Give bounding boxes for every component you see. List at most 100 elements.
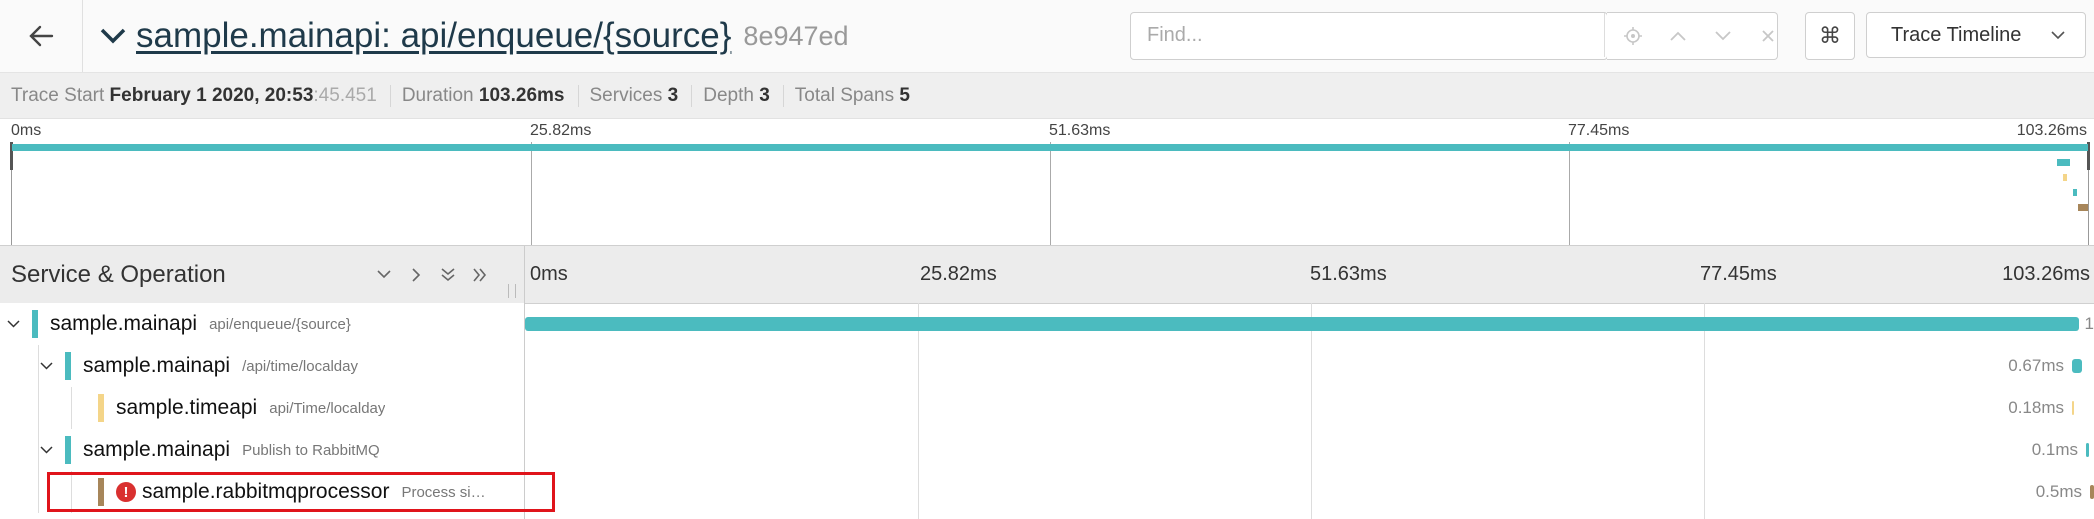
minimap-gridline <box>1569 142 1570 252</box>
trace-start-value: February 1 2020, 20:53 <box>109 84 314 106</box>
minimap-span-mark <box>12 144 2088 151</box>
keyboard-shortcuts-button[interactable]: ⌘ <box>1805 12 1855 60</box>
span-toggle-button[interactable] <box>33 429 59 471</box>
find-box <box>1130 12 1608 60</box>
timeline-gridline <box>1704 303 1705 519</box>
expand-one-button[interactable] <box>400 246 432 303</box>
chevron-down-icon <box>2051 30 2065 39</box>
service-color-bar <box>65 352 71 380</box>
span-row[interactable]: sample.mainapi api/enqueue/{source} <box>0 303 524 345</box>
minimap-canvas[interactable] <box>10 142 2090 253</box>
timeline-tick-label: 103.26ms <box>2002 263 2090 285</box>
minimap-span-mark <box>2056 159 2071 166</box>
collapse-one-button[interactable] <box>368 246 400 303</box>
view-mode-select[interactable]: Trace Timeline <box>1866 12 2086 58</box>
find-input[interactable] <box>1131 13 1605 57</box>
timeline-tick-label: 77.45ms <box>1700 263 1777 285</box>
operation-name: api/Time/localday <box>269 399 386 417</box>
service-color-bar <box>65 436 71 464</box>
span-row[interactable]: sample.timeapi api/Time/localday <box>0 387 524 429</box>
timeline-tick-label: 0ms <box>530 263 568 285</box>
column-resize-handle[interactable] <box>508 284 516 298</box>
expand-all-button[interactable] <box>464 246 496 303</box>
span-bar[interactable] <box>525 317 2079 331</box>
span-row[interactable]: sample.mainapi/api/time/localday <box>0 345 524 387</box>
depth-value: 3 <box>759 84 770 106</box>
title-area: sample.mainapi: api/enqueue/{source} 8e9… <box>96 0 849 72</box>
span-minimap[interactable]: 0ms 25.82ms 51.63ms 77.45ms 103.26ms <box>0 119 2094 253</box>
span-label[interactable]: sample.mainapi api/enqueue/{source} <box>32 303 351 345</box>
chevron-down-icon <box>39 362 53 370</box>
error-span-highlight <box>47 472 555 512</box>
minimap-tick-label: 0ms <box>11 122 42 139</box>
span-bar[interactable] <box>2086 443 2089 457</box>
minimap-tick-label: 51.63ms <box>1049 122 1111 139</box>
trace-title[interactable]: sample.mainapi: api/enqueue/{source} <box>136 16 731 56</box>
timeline-header: Service & Operation 0ms 25.82ms 51.63ms 77.… <box>0 245 2094 304</box>
trace-id: 8e947ed <box>743 20 849 51</box>
minimap-gridline <box>1050 142 1051 252</box>
span-duration-label: 0.67ms <box>2008 356 2064 375</box>
arrow-left-icon <box>29 25 54 47</box>
operation-name: Publish to RabbitMQ <box>242 441 380 459</box>
trace-summary: Trace Start February 1 2020, 20:53:45.45… <box>0 73 2094 119</box>
service-color-bar <box>98 394 104 422</box>
prev-match-button[interactable] <box>1655 13 1700 59</box>
trace-header: sample.mainapi: api/enqueue/{source} 8e9… <box>0 0 2094 73</box>
span-row[interactable]: sample.mainapi Publish to RabbitMQ <box>0 429 524 471</box>
service-name: sample.mainapi <box>83 354 231 377</box>
duration-value: 103.26ms <box>478 84 565 106</box>
span-bar[interactable] <box>2072 401 2074 415</box>
timeline-tick-label: 51.63ms <box>1310 263 1387 285</box>
timeline-pane: 1 0.67ms 0.18ms 0.1ms 0.5ms <box>525 303 2094 519</box>
command-icon: ⌘ <box>1819 23 1841 48</box>
span-toggle-button[interactable] <box>0 303 26 345</box>
chevron-right-icon <box>411 267 420 282</box>
span-duration-label: 0.1ms <box>2031 440 2078 459</box>
minimap-span-mark <box>2072 189 2077 196</box>
span-label[interactable]: sample.mainapi Publish to RabbitMQ <box>65 429 380 471</box>
total-spans-value: 5 <box>899 84 910 106</box>
back-button[interactable] <box>0 0 83 72</box>
collapse-all-button[interactable] <box>432 246 464 303</box>
span-duration-label: 1 <box>2084 314 2094 333</box>
summary-depth: Depth 3 <box>692 84 784 107</box>
span-bar[interactable] <box>2072 359 2082 373</box>
span-label[interactable]: sample.mainapi/api/time/localday <box>65 345 358 387</box>
tree-guide <box>38 345 39 387</box>
timeline-tick-label: 25.82ms <box>920 263 997 285</box>
collapse-header-button[interactable] <box>96 19 130 53</box>
summary-services: Services 3 <box>579 84 693 107</box>
chevron-down-icon <box>100 28 126 44</box>
service-name: sample.timeapi <box>116 396 258 419</box>
service-name: sample.mainapi <box>50 312 198 335</box>
expand-collapse-controls <box>368 246 496 303</box>
chevron-down-icon <box>377 270 391 279</box>
chevron-down-icon <box>39 446 53 454</box>
chevron-down-icon <box>1714 31 1731 41</box>
clear-find-button[interactable] <box>1745 13 1790 59</box>
locate-button[interactable] <box>1610 13 1655 59</box>
span-toggle-button[interactable] <box>33 345 59 387</box>
span-rows: sample.mainapi api/enqueue/{source} sample… <box>0 303 2094 519</box>
services-value: 3 <box>667 84 679 106</box>
summary-total-spans: Total Spans 5 <box>794 84 910 106</box>
close-icon <box>1761 30 1774 42</box>
next-match-button[interactable] <box>1700 13 1745 59</box>
double-chevron-down-icon <box>441 267 455 281</box>
summary-trace-start: Trace Start February 1 2020, 20:53:45.45… <box>0 84 391 107</box>
minimap-tick-label: 77.45ms <box>1568 122 1630 139</box>
minimap-span-mark <box>2062 174 2067 181</box>
timeline-gridline <box>1311 303 1312 519</box>
minimap-span-mark <box>2077 204 2088 211</box>
span-bar[interactable] <box>2090 485 2094 499</box>
timeline-gridline <box>918 303 919 519</box>
tree-guide <box>71 387 72 429</box>
service-operation-title: Service & Operation <box>11 260 226 288</box>
chevron-up-icon <box>1669 31 1686 41</box>
summary-duration: Duration 103.26ms <box>391 84 579 107</box>
minimap-tick-label: 103.26ms <box>2016 122 2087 139</box>
service-name: sample.mainapi <box>83 438 231 461</box>
span-label[interactable]: sample.timeapi api/Time/localday <box>98 387 385 429</box>
column-divider <box>524 246 525 303</box>
